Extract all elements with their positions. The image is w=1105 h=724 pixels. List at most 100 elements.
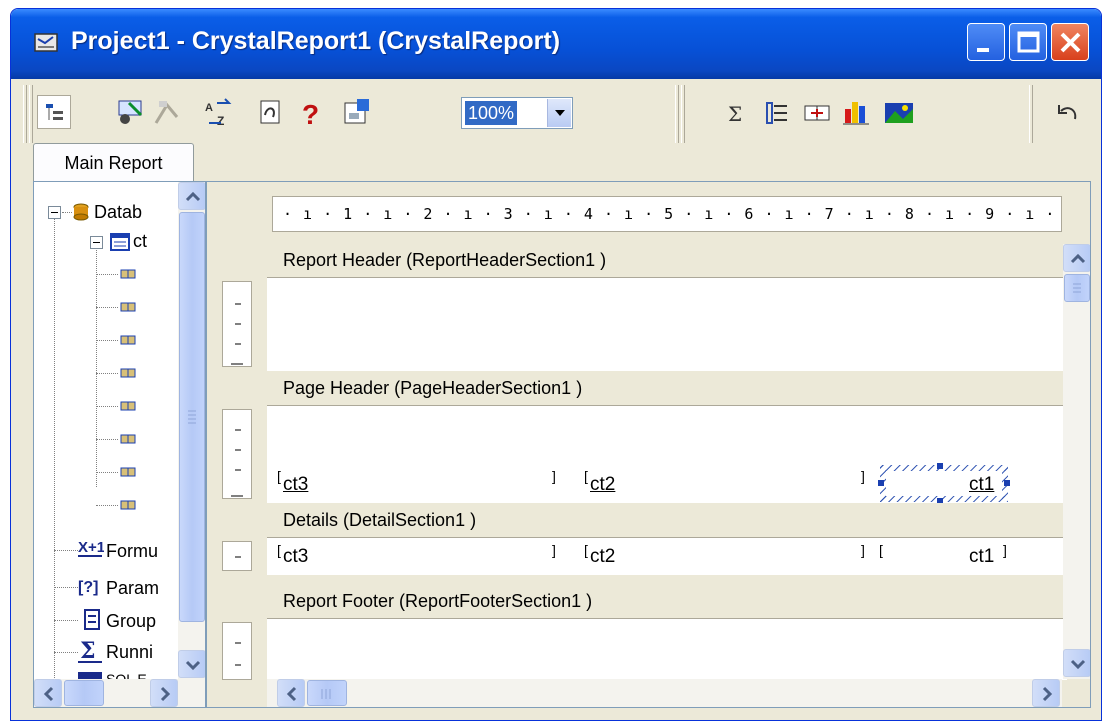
insert-group-section-icon	[766, 102, 787, 124]
section-band-page-header[interactable]: Page Header (PageHeaderSection1 )	[267, 371, 1067, 405]
tree-connector	[96, 373, 118, 374]
insert-picture-button[interactable]	[883, 97, 915, 129]
insert-chart-button[interactable]	[841, 97, 873, 129]
field-bracket: [	[584, 468, 588, 484]
select-expert-icon	[154, 101, 179, 124]
scroll-up-button[interactable]	[1063, 244, 1090, 272]
page-header-field-ct2[interactable]: ct2	[590, 472, 615, 498]
database-field-icon[interactable]	[120, 269, 136, 279]
tree-connector	[62, 212, 72, 213]
tree-connector	[96, 340, 118, 341]
tree-connector	[96, 242, 97, 487]
scroll-thumb[interactable]	[64, 680, 104, 706]
toolbar-grip[interactable]	[681, 85, 685, 143]
scroll-right-button[interactable]	[150, 679, 178, 707]
insert-group-button[interactable]	[341, 97, 373, 129]
detail-field-ct2[interactable]: ct2	[590, 544, 615, 570]
section-body-report-footer[interactable]	[267, 618, 1067, 680]
title-bar[interactable]: Project1 - CrystalReport1 (CrystalReport…	[11, 9, 1101, 79]
sort-order-button[interactable]: A Z	[203, 97, 235, 129]
tree-connector	[54, 652, 78, 653]
help-button[interactable]: ?	[295, 97, 327, 130]
tree-connector	[54, 587, 78, 588]
scroll-down-button[interactable]	[178, 650, 205, 678]
detail-field-ct1[interactable]: ct1	[969, 544, 994, 570]
insert-subreport-button[interactable]	[801, 97, 833, 129]
field-explorer-icon	[260, 100, 280, 124]
insert-chart-icon	[843, 102, 869, 125]
tree-item-formula-fields[interactable]: Formu	[106, 538, 158, 564]
tree-item-group-name-fields[interactable]: Group	[106, 608, 156, 634]
database-field-icon[interactable]	[120, 302, 136, 312]
database-field-icon[interactable]	[120, 467, 136, 477]
insert-group-icon	[344, 99, 369, 124]
chevron-up-icon	[1070, 253, 1086, 264]
database-field-icon[interactable]	[120, 434, 136, 444]
table-icon	[110, 233, 130, 251]
detail-field-ct3[interactable]: ct3	[283, 544, 308, 570]
vertical-ruler	[222, 281, 252, 367]
close-button[interactable]	[1051, 23, 1089, 61]
collapse-table-toggle[interactable]	[90, 236, 103, 249]
undo-button[interactable]	[1053, 97, 1085, 129]
section-body-details[interactable]	[267, 537, 1067, 575]
format-field-button[interactable]	[115, 97, 147, 129]
page-header-field-ct3[interactable]: ct3	[283, 472, 308, 498]
toolbar-grip[interactable]	[23, 85, 27, 143]
tree-item-table[interactable]: ct	[133, 228, 147, 254]
chevron-up-icon	[185, 191, 201, 202]
maximize-button[interactable]	[1009, 23, 1047, 61]
tree-item-running-total-fields[interactable]: Runni	[106, 639, 153, 665]
chevron-right-icon	[1042, 686, 1053, 702]
tree-item-database[interactable]: Datab	[94, 199, 142, 225]
scroll-down-button[interactable]	[1063, 649, 1090, 677]
insert-group-section-button[interactable]	[761, 97, 793, 129]
report-design-area[interactable]: · ı · 1 · ı · 2 · ı · 3 · ı · 4 · ı · 5 …	[206, 181, 1091, 708]
database-field-icon[interactable]	[120, 335, 136, 345]
sort-order-icon: A Z	[205, 98, 232, 128]
tree-connector	[54, 212, 55, 682]
section-band-details[interactable]: Details (DetailSection1 )	[267, 503, 1067, 537]
scroll-right-button[interactable]	[1032, 679, 1060, 707]
tree-vertical-scrollbar[interactable]	[178, 182, 205, 679]
scroll-up-button[interactable]	[178, 182, 205, 210]
select-expert-button[interactable]	[151, 97, 183, 129]
maximize-icon	[1017, 31, 1040, 53]
section-band-report-header[interactable]: Report Header (ReportHeaderSection1 )	[267, 243, 1067, 277]
scroll-left-button[interactable]	[277, 679, 305, 707]
database-field-icon[interactable]	[120, 401, 136, 411]
formula-fields-icon: X+1	[78, 539, 104, 557]
toolbar-grip[interactable]	[675, 85, 679, 143]
tab-main-report[interactable]: Main Report	[33, 143, 194, 183]
vertical-ruler	[222, 541, 252, 571]
design-horizontal-scrollbar[interactable]	[267, 679, 1062, 707]
database-field-icon[interactable]	[120, 368, 136, 378]
database-field-icon[interactable]	[120, 500, 136, 510]
section-band-report-footer[interactable]: Report Footer (ReportFooterSection1 )	[267, 584, 1067, 618]
scroll-left-button[interactable]	[34, 679, 62, 707]
group-name-fields-icon	[84, 609, 100, 630]
field-bracket: ]	[861, 542, 865, 558]
summary-button[interactable]: Σ	[721, 97, 753, 129]
field-explorer-button[interactable]	[255, 97, 287, 129]
design-vertical-scrollbar[interactable]	[1063, 244, 1090, 679]
tree-item-parameter-fields[interactable]: Param	[106, 575, 159, 601]
svg-text:?: ?	[302, 99, 319, 129]
window-title: Project1 - CrystalReport1 (CrystalReport…	[71, 27, 561, 55]
toolbar-grip[interactable]	[1029, 85, 1033, 143]
scroll-thumb[interactable]	[1064, 274, 1090, 302]
zoom-select[interactable]: 100%	[461, 97, 573, 129]
horizontal-ruler[interactable]: · ı · 1 · ı · 2 · ı · 3 · ı · 4 · ı · 5 …	[272, 196, 1062, 232]
tree-connector	[54, 620, 78, 621]
zoom-dropdown-button[interactable]	[547, 99, 571, 127]
collapse-database-toggle[interactable]	[48, 206, 61, 219]
toolbar-grip[interactable]	[29, 85, 33, 143]
minimize-button[interactable]	[967, 23, 1005, 61]
section-body-report-header[interactable]	[267, 277, 1067, 371]
scroll-thumb[interactable]	[307, 680, 347, 706]
scroll-thumb[interactable]	[179, 212, 205, 622]
minimize-icon	[977, 48, 989, 52]
toggle-field-tree-button[interactable]	[37, 95, 71, 129]
tree-horizontal-scrollbar[interactable]	[34, 679, 205, 707]
page-header-field-ct1[interactable]: ct1	[969, 472, 994, 498]
